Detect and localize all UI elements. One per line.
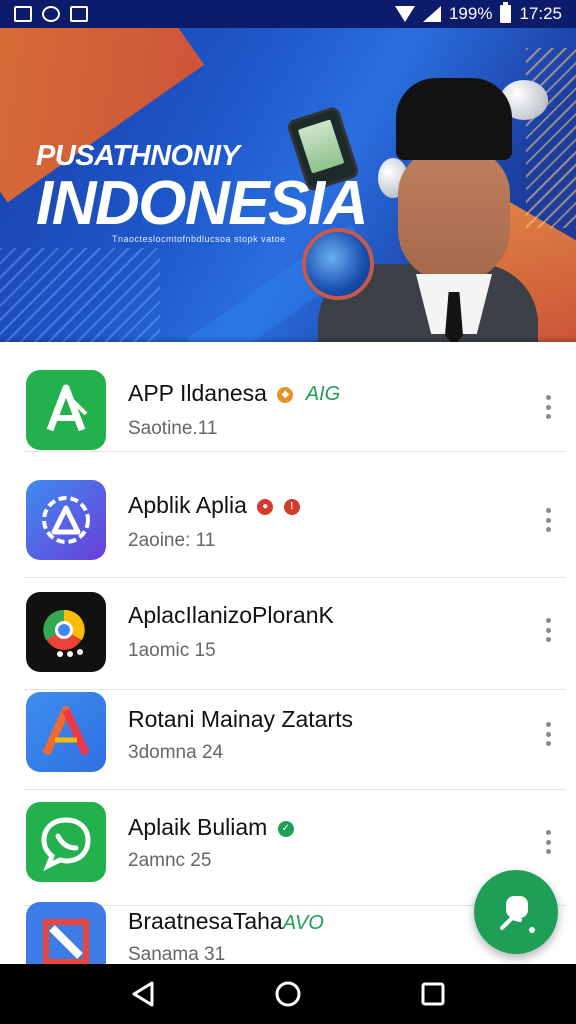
alert-badge-icon: !	[283, 498, 300, 515]
chat-person-icon	[500, 896, 535, 933]
battery-percentage: 199%	[448, 4, 493, 23]
status-time: 17:25	[519, 4, 562, 23]
app-badge-label: AVO	[282, 912, 324, 934]
wifi-icon	[394, 6, 415, 22]
app-badge-label: AIG	[305, 383, 341, 406]
more-options-icon[interactable]	[540, 722, 556, 746]
status-icons-right: 199% 17:25	[394, 2, 562, 24]
triangle-gear-icon	[26, 480, 106, 560]
signal-icon	[422, 6, 441, 22]
red-badge-icon: ●	[257, 498, 274, 515]
settings-gear-icon	[42, 6, 60, 22]
image-icon	[70, 6, 88, 22]
app-subtitle: Saotine.11	[128, 418, 218, 439]
more-options-icon[interactable]	[540, 395, 556, 419]
orange-badge-icon: ◆	[277, 386, 294, 403]
more-options-icon[interactable]	[540, 508, 556, 532]
app-name: Rotani Mainay Zatarts	[128, 706, 353, 732]
app-subtitle: 2aoine: 11	[128, 530, 216, 551]
recents-icon	[421, 982, 445, 1006]
list-item[interactable]: APP Ildanesa ◆ AIG Saotine.11	[0, 342, 576, 452]
status-bar: 199% 17:25	[0, 0, 576, 28]
app-list: APP Ildanesa ◆ AIG Saotine.11 Apblik Apl…	[0, 342, 576, 964]
verified-badge-icon: ✓	[277, 820, 294, 837]
recents-button[interactable]	[413, 974, 453, 1014]
list-item[interactable]: Rotani Mainay Zatarts 3domna 24	[0, 680, 576, 790]
chrome-icon	[26, 592, 106, 672]
status-icons-left	[14, 6, 88, 22]
chat-bubble-icon	[26, 802, 106, 882]
list-item[interactable]: Apblik Aplia ● ! 2aoine: 11	[0, 466, 576, 578]
banner-subtitle: Tnaocteslocmtofnbdlucsoa stopk vatoe	[112, 234, 286, 244]
a-triangle-icon	[26, 692, 106, 772]
app-subtitle: 3domna 24	[128, 742, 224, 763]
gallery-icon	[14, 6, 32, 22]
n-square-icon	[26, 902, 106, 964]
chat-fab-button[interactable]	[474, 870, 558, 954]
back-icon	[132, 981, 154, 1007]
list-item[interactable]: AplacIlanizoPloranK 1aomic 15	[0, 578, 576, 690]
app-name: APP Ildanesa	[128, 380, 267, 406]
app-subtitle: 1aomic 15	[128, 640, 216, 661]
battery-icon	[500, 2, 512, 23]
more-options-icon[interactable]	[540, 618, 556, 642]
system-nav-bar	[0, 964, 576, 1024]
app-name: Aplaik Buliam	[128, 814, 268, 840]
back-button[interactable]	[123, 974, 163, 1014]
home-icon	[275, 981, 301, 1007]
a-logo-icon	[26, 370, 106, 450]
app-name: AplacIlanizoPloranK	[128, 602, 334, 628]
app-name: BraatnesaTaha	[128, 908, 283, 934]
promo-banner[interactable]: PUSATHNONIY INDONESIA Tnaocteslocmtofnbd…	[0, 28, 576, 342]
home-button[interactable]	[268, 974, 308, 1014]
more-options-icon[interactable]	[540, 830, 556, 854]
app-subtitle: Sanama 31	[128, 944, 226, 964]
app-name: Apblik Aplia	[128, 492, 247, 518]
banner-title-main: INDONESIA	[36, 169, 368, 238]
app-subtitle: 2amnc 25	[128, 850, 212, 871]
